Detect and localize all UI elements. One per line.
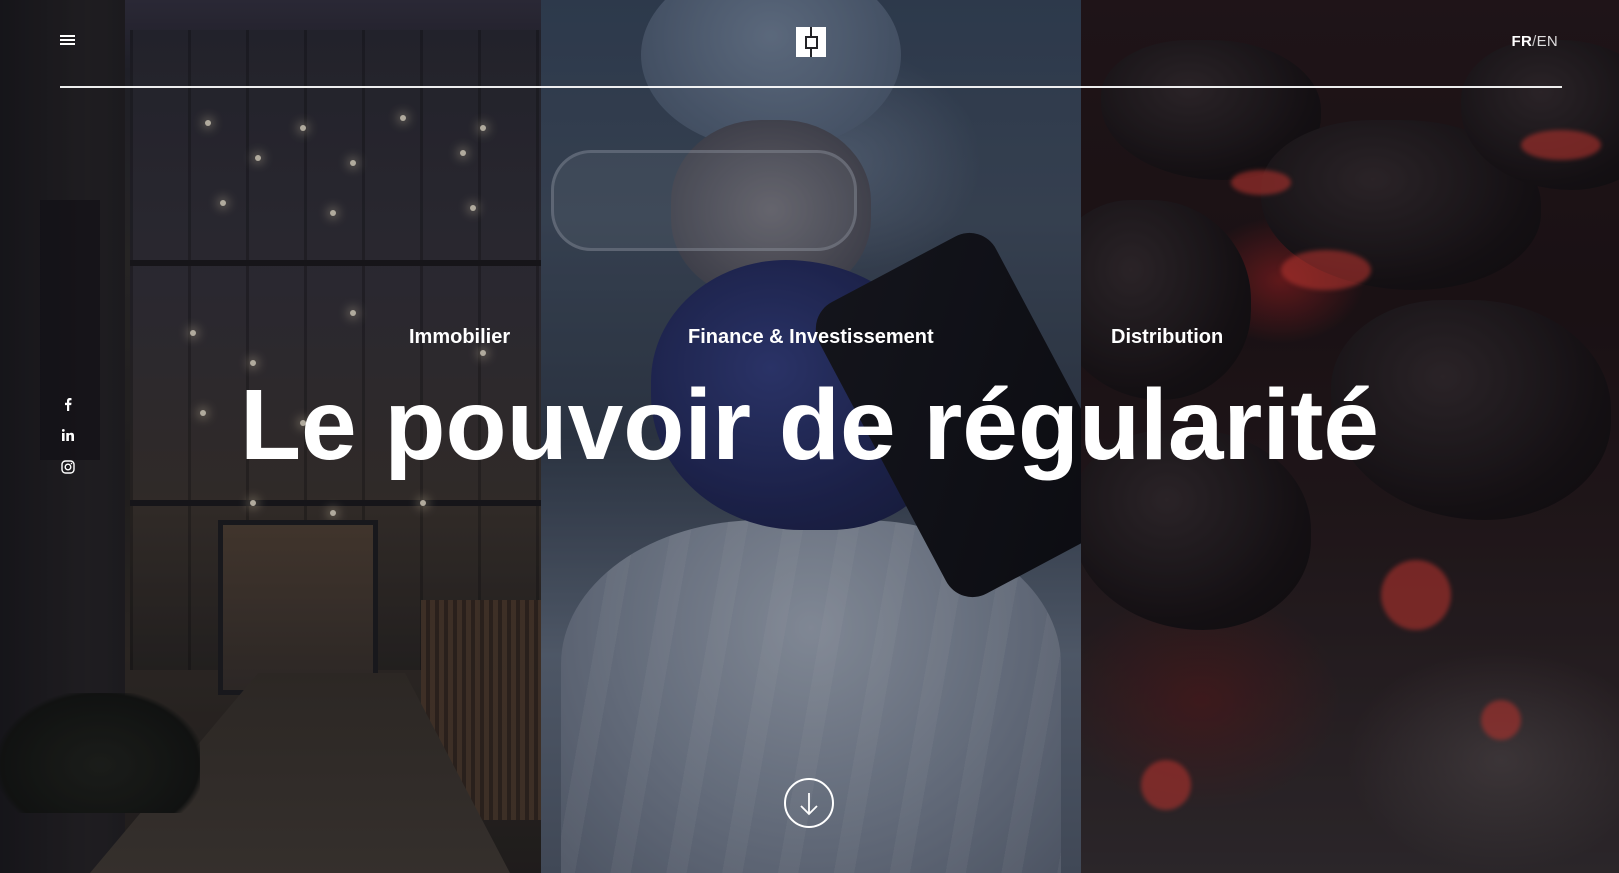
site-header: FR/EN bbox=[60, 0, 1562, 88]
page: FR/EN Immobilier Finance & Investissemen… bbox=[0, 0, 1619, 873]
category-finance-link[interactable]: Finance & Investissement bbox=[688, 326, 934, 349]
square-logo-icon[interactable] bbox=[796, 27, 826, 57]
category-immobilier-link[interactable]: Immobilier bbox=[409, 326, 510, 349]
lang-fr-link[interactable]: FR bbox=[1511, 33, 1532, 50]
scroll-down-button[interactable] bbox=[784, 778, 834, 828]
arrow-down-icon bbox=[800, 793, 818, 816]
lang-separator: / bbox=[1532, 33, 1537, 50]
language-switcher: FR/EN bbox=[1511, 33, 1558, 50]
lang-en-link[interactable]: EN bbox=[1537, 33, 1558, 50]
category-distribution-link[interactable]: Distribution bbox=[1111, 326, 1223, 349]
hamburger-menu-icon[interactable] bbox=[60, 33, 76, 47]
hero-headline: Le pouvoir de régularité bbox=[239, 369, 1380, 481]
